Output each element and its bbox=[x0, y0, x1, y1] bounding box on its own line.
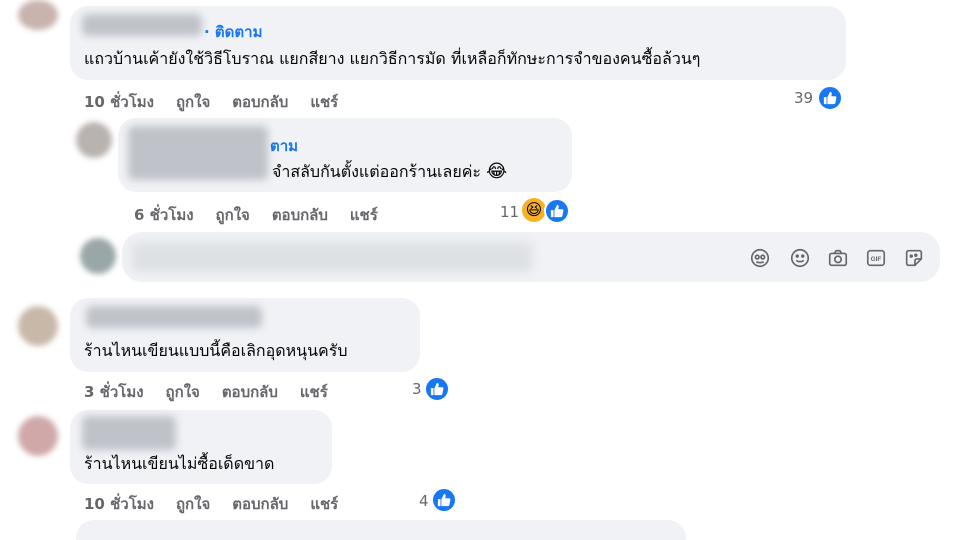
reply-button[interactable]: ตอบกลับ bbox=[222, 380, 278, 404]
author-name-blurred[interactable] bbox=[82, 14, 202, 36]
avatar-sticker-icon[interactable] bbox=[748, 246, 772, 270]
like-button[interactable]: ถูกใจ bbox=[176, 492, 210, 516]
comment-text-body: จำสลับกันตั้งแต่ออกร้านเลยค่ะ bbox=[272, 162, 481, 181]
follow-link[interactable]: · ติดตาม bbox=[204, 20, 262, 44]
avatar[interactable] bbox=[18, 0, 58, 30]
avatar[interactable] bbox=[18, 416, 58, 456]
comment-text: ร้านไหนเขียนไม่ซื้อเด็ดขาด bbox=[84, 454, 275, 473]
camera-icon[interactable] bbox=[826, 246, 850, 270]
share-button[interactable]: แชร์ bbox=[310, 90, 338, 114]
comment-actions: 6 ชั่วโมง ถูกใจ ตอบกลับ แชร์ bbox=[134, 203, 378, 227]
avatar[interactable] bbox=[18, 306, 58, 346]
like-button[interactable]: ถูกใจ bbox=[176, 90, 210, 114]
share-button[interactable]: แชร์ bbox=[350, 203, 378, 227]
comment-actions: 10 ชั่วโมง ถูกใจ ตอบกลับ แชร์ bbox=[84, 492, 338, 516]
avatar bbox=[80, 238, 116, 274]
timestamp-link[interactable]: 3 ชั่วโมง bbox=[84, 380, 144, 404]
comment-bubble bbox=[76, 520, 686, 540]
reply-button[interactable]: ตอบกลับ bbox=[272, 203, 328, 227]
author-name-blurred[interactable] bbox=[86, 306, 262, 328]
like-button[interactable]: ถูกใจ bbox=[166, 380, 200, 404]
like-icon bbox=[424, 376, 450, 402]
author-name-blurred[interactable] bbox=[128, 126, 268, 180]
emoji-icon[interactable] bbox=[788, 246, 812, 270]
laughing-emoji-icon: 😂 bbox=[486, 161, 508, 182]
reaction-count[interactable]: 3 bbox=[412, 380, 422, 398]
follow-link[interactable]: ตาม bbox=[270, 134, 298, 158]
gif-icon[interactable]: GIF bbox=[864, 246, 888, 270]
like-button[interactable]: ถูกใจ bbox=[216, 203, 250, 227]
share-button[interactable]: แชร์ bbox=[300, 380, 328, 404]
reaction-count[interactable]: 11 bbox=[500, 203, 519, 221]
reply-composer[interactable]: GIF bbox=[122, 232, 940, 282]
share-button[interactable]: แชร์ bbox=[310, 492, 338, 516]
timestamp-link[interactable]: 10 ชั่วโมง bbox=[84, 90, 154, 114]
comment-text: ร้านไหนเขียนแบบนี้คือเลิกอุดหนุนครับ bbox=[84, 341, 348, 360]
comment-text: แถวบ้านเค้ายังใช้วิธีโบราณ แยกสียาง แยกว… bbox=[84, 49, 701, 68]
comment-actions: 3 ชั่วโมง ถูกใจ ตอบกลับ แชร์ bbox=[84, 380, 328, 404]
like-icon bbox=[544, 198, 570, 224]
like-icon bbox=[431, 487, 457, 513]
reaction-count[interactable]: 4 bbox=[419, 492, 429, 510]
reaction-count[interactable]: 39 bbox=[794, 89, 813, 107]
like-icon bbox=[817, 85, 843, 111]
haha-reaction-icon: 😆 bbox=[522, 198, 546, 222]
comment-actions: 10 ชั่วโมง ถูกใจ ตอบกลับ แชร์ bbox=[84, 90, 338, 114]
avatar[interactable] bbox=[76, 122, 112, 158]
svg-text:GIF: GIF bbox=[871, 256, 882, 263]
comment-text: จำสลับกันตั้งแต่ออกร้านเลยค่ะ 😂 bbox=[272, 160, 507, 185]
timestamp-link[interactable]: 10 ชั่วโมง bbox=[84, 492, 154, 516]
reply-button[interactable]: ตอบกลับ bbox=[232, 492, 288, 516]
composer-input-blurred[interactable] bbox=[132, 242, 532, 272]
timestamp-link[interactable]: 6 ชั่วโมง bbox=[134, 203, 194, 227]
sticker-icon[interactable] bbox=[902, 246, 926, 270]
reply-button[interactable]: ตอบกลับ bbox=[232, 90, 288, 114]
author-name-blurred[interactable] bbox=[82, 416, 176, 450]
